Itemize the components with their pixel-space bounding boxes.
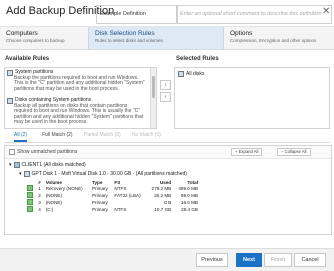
disk-icon xyxy=(7,98,13,104)
cell-type: Primary xyxy=(92,186,108,191)
cell-used: 0 B xyxy=(164,200,172,205)
cell-fs xyxy=(112,199,146,206)
step-title: Computers xyxy=(6,30,38,37)
step-disk-selection-rules[interactable]: Disk Selection Rules Rules to select dis… xyxy=(88,27,224,49)
cell-total: 99.0 MB xyxy=(180,193,198,198)
dialog-footer: Previous Next Finish Cancel xyxy=(0,248,334,271)
disk-icon xyxy=(178,71,184,77)
disk-icon xyxy=(23,171,30,177)
cell-volume: Recovery (NONE) xyxy=(45,186,83,191)
cell-type: Primary xyxy=(92,200,108,205)
definition-name-field[interactable]: Example Definition xyxy=(96,5,178,24)
chevron-down-icon[interactable]: ▾ xyxy=(9,162,12,168)
disk-label: GPT Disk 1 - Msft Virtual Disk 1.0 - 30.… xyxy=(31,171,187,177)
show-unmatched-toggle[interactable]: Show unmatched partitions xyxy=(9,149,77,155)
cell-used: 279.2 MB xyxy=(151,186,172,191)
cell-number: 2 xyxy=(38,193,41,198)
match-tabs: All (2) Full Match (2) Partial Match (0)… xyxy=(4,130,330,143)
partition-match-icon xyxy=(27,206,33,212)
cell-total: 29.4 GB xyxy=(181,207,198,212)
partition-match-icon xyxy=(27,192,33,198)
client-node[interactable]: ▾ CLIENT1 (All disks matched) xyxy=(9,162,86,168)
tab-all[interactable]: All (2) xyxy=(14,132,28,142)
tree-toolbar: Show unmatched partitions + Expand All −… xyxy=(5,146,331,159)
partition-tree: Show unmatched partitions + Expand All −… xyxy=(4,145,332,235)
cell-number: 4 xyxy=(38,207,41,212)
rule-item[interactable]: System partitions Backup the partitions … xyxy=(7,69,147,92)
close-icon[interactable]: ✕ xyxy=(322,6,330,17)
checkbox[interactable] xyxy=(9,149,15,155)
selected-rules-list[interactable]: All disks xyxy=(174,67,330,129)
cell-volume: (C:) xyxy=(45,207,54,212)
expand-all-label: Expand All xyxy=(238,149,259,154)
expand-all-button[interactable]: + Expand All xyxy=(231,148,263,156)
show-unmatched-label: Show unmatched partitions xyxy=(17,149,78,155)
tab-full-match[interactable]: Full Match (2) xyxy=(42,132,73,138)
disk-node[interactable]: ▾ GPT Disk 1 - Msft Virtual Disk 1.0 - 3… xyxy=(19,171,187,177)
step-computers[interactable]: Computers Choose computers to backup xyxy=(0,27,88,49)
cell-total: 499.0 MB xyxy=(178,186,198,191)
rule-item[interactable]: Disks containing System partitions Backu… xyxy=(7,97,147,126)
available-rules-list[interactable]: System partitions Backup the partitions … xyxy=(4,67,157,129)
cell-number: 1 xyxy=(38,186,41,191)
cell-volume: (NONE) xyxy=(45,200,63,205)
cell-type: Primary xyxy=(92,207,108,212)
available-rules-heading: Available Rules xyxy=(5,56,50,62)
client-label: CLIENT1 (All disks matched) xyxy=(21,162,86,168)
partition-icon xyxy=(7,70,13,76)
collapse-all-button[interactable]: − Collapse All xyxy=(277,148,311,156)
step-options[interactable]: Options Compression, Encryption and othe… xyxy=(224,27,334,49)
computer-icon xyxy=(13,162,20,168)
scroll-thumb[interactable] xyxy=(152,76,155,98)
rules-scrollbar[interactable] xyxy=(150,68,156,128)
volumes-table: # Volume Type FS Used Total 1 Recovery (… xyxy=(25,179,200,213)
cell-used: 26.2 MB xyxy=(154,193,172,198)
step-subtitle: Choose computers to backup xyxy=(6,38,65,43)
cell-type: Primary xyxy=(92,193,108,198)
step-subtitle: Rules to select disks and volumes xyxy=(95,38,163,43)
next-button[interactable]: Next xyxy=(236,253,262,267)
tab-partial-match[interactable]: Partial Match (0) xyxy=(84,132,121,138)
selected-rule-item[interactable]: All disks xyxy=(178,71,204,77)
description-field[interactable]: Enter an optional short comment to descr… xyxy=(176,5,332,24)
rule-description: Backup the partitions required to boot a… xyxy=(14,75,145,92)
cancel-button[interactable]: Cancel xyxy=(294,253,326,267)
wizard-steps: Computers Choose computers to backup Dis… xyxy=(0,27,334,50)
chevron-down-icon[interactable]: ▾ xyxy=(19,171,22,177)
cell-volume: (NONE) xyxy=(45,193,63,198)
step-subtitle: Compression, Encryption and other option… xyxy=(230,38,317,43)
table-row[interactable]: 2 (NONE) Primary FAT32 (LBA) 26.2 MB 99.… xyxy=(25,192,200,199)
step-title: Options xyxy=(230,30,253,37)
table-row[interactable]: 3 (NONE) Primary 0 B 16.0 MB xyxy=(25,199,200,206)
cell-fs: NTFS xyxy=(114,207,127,212)
selected-rules-heading: Selected Rules xyxy=(176,56,219,62)
cell-used: 10.7 GB xyxy=(154,207,172,212)
table-row[interactable]: 1 Recovery (NONE) Primary NTFS 279.2 MB … xyxy=(25,185,200,192)
add-rule-arrow-icon[interactable]: › xyxy=(160,80,171,90)
remove-rule-arrow-icon[interactable]: ‹ xyxy=(160,92,171,102)
partition-match-icon xyxy=(27,185,33,191)
step-title: Disk Selection Rules xyxy=(95,30,155,37)
finish-button[interactable]: Finish xyxy=(264,253,292,267)
previous-button[interactable]: Previous xyxy=(196,253,228,267)
cell-number: 3 xyxy=(38,200,41,205)
cell-fs: NTFS xyxy=(114,186,127,191)
cell-fs: FAT32 (LBA) xyxy=(114,193,141,198)
partition-match-icon xyxy=(27,199,33,205)
rule-description: Backup all partitions on disks that cont… xyxy=(14,103,144,126)
table-row[interactable]: 4 (C:) Primary NTFS 10.7 GB 29.4 GB xyxy=(25,206,200,213)
cell-total: 16.0 MB xyxy=(180,200,198,205)
selected-rule-label: All disks xyxy=(186,71,205,77)
collapse-all-label: Collapse All xyxy=(284,149,307,154)
tab-no-match[interactable]: No Match (0) xyxy=(132,132,161,138)
